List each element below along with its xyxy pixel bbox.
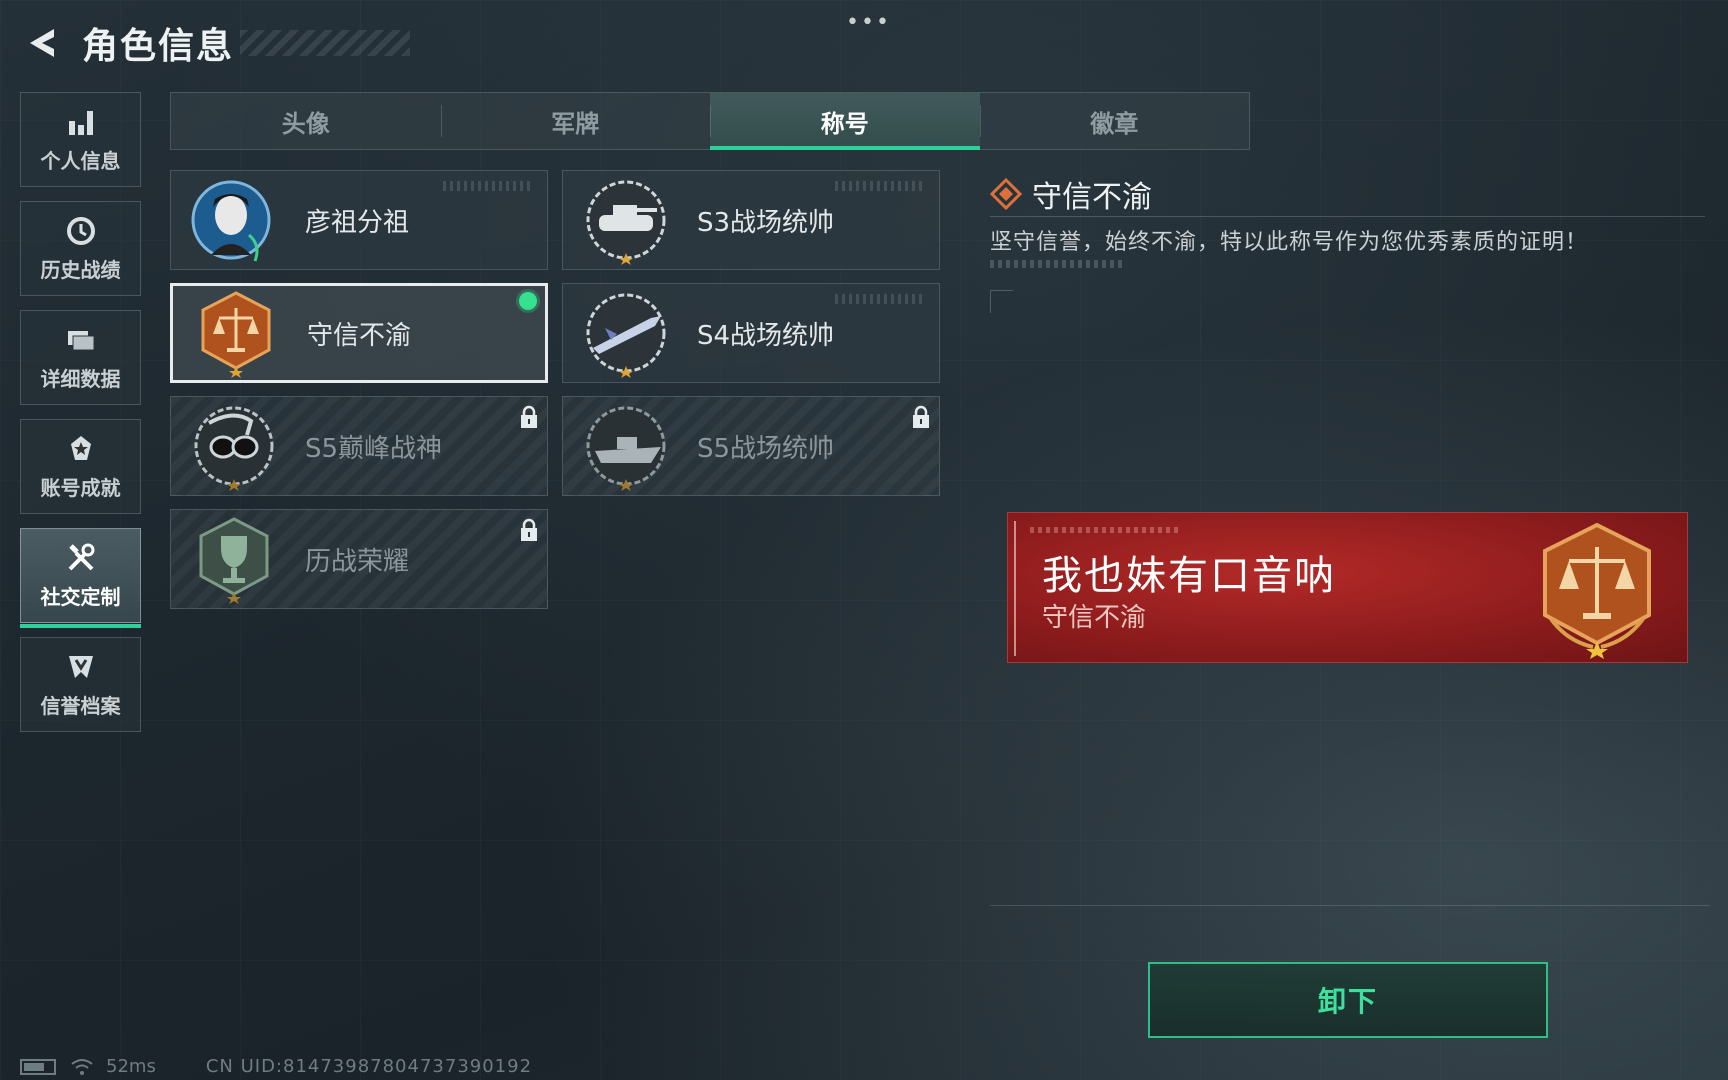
detail-title: 守信不渝: [1032, 180, 1152, 215]
lock-icon: [913, 405, 929, 428]
back-button[interactable]: [20, 21, 64, 65]
battery-icon: [20, 1058, 56, 1075]
sidebar-item-history[interactable]: 历史战绩: [20, 201, 141, 296]
banner-bracket: [1014, 521, 1026, 656]
page-header: 角色信息: [20, 18, 411, 68]
tab-badge[interactable]: 徽章: [979, 93, 1250, 149]
sidebar-item-label: 个人信息: [40, 149, 121, 173]
tab-dog-tag[interactable]: 军牌: [440, 93, 711, 149]
title-decoration: [240, 30, 411, 56]
unequip-button[interactable]: 卸下: [1148, 962, 1548, 1038]
sidebar-item-detailed-data[interactable]: 详细数据: [20, 310, 141, 405]
medal-icon: [70, 436, 91, 460]
user-uid: CN UID:814739878047373901​92: [205, 1056, 533, 1077]
sidebar-item-achievements[interactable]: 账号成就: [20, 419, 141, 514]
tab-bar: 头像 军牌 称号 徽章: [170, 92, 1250, 150]
description-decoration: [990, 260, 1125, 268]
scales-emblem-icon: [1543, 522, 1651, 659]
unequip-button-label: 卸下: [1317, 985, 1378, 1018]
card-decoration: [835, 294, 925, 304]
card-decoration: [835, 181, 925, 191]
title-card-label: S5巅峰战神: [305, 433, 443, 464]
history-clock-icon: [66, 217, 95, 245]
shield-badge-icon: [68, 656, 93, 678]
detail-header: 守信不渝: [990, 172, 1152, 216]
scales-emblem-icon: [201, 291, 271, 378]
sidebar-item-label: 账号成就: [40, 476, 121, 500]
card-decoration: [443, 181, 533, 191]
title-card-label: S5战场统帅: [697, 433, 835, 464]
equipped-indicator: [519, 292, 537, 310]
banner-title: 守信不渝: [1042, 603, 1147, 633]
tab-title[interactable]: 称号: [710, 93, 980, 150]
wifi-icon: [71, 1058, 93, 1075]
boat-emblem-icon: [586, 406, 666, 491]
tab-avatar[interactable]: 头像: [171, 93, 441, 149]
sidebar-item-label: 信誉档案: [40, 694, 121, 718]
title-card-label: 彦祖分祖: [305, 207, 410, 238]
sidebar-item-social-custom[interactable]: 社交定制: [20, 528, 141, 628]
diamond-title-icon: [990, 178, 1022, 210]
diver-mask-emblem-icon: [194, 406, 274, 491]
divider: [990, 216, 1705, 217]
sidebar: 个人信息 历史战绩 详细数据 账号成就 社交定制 信誉档案: [20, 92, 143, 746]
title-card-selected[interactable]: 守信不渝: [170, 283, 548, 383]
title-card-label: 历战荣耀: [305, 546, 410, 577]
detail-description: 坚守信誉，始终不渝，特以此称号作为您优秀素质的证明！: [990, 230, 1589, 255]
title-card[interactable]: S3战场统帅: [562, 170, 940, 270]
title-card-locked[interactable]: 历战荣耀: [170, 509, 548, 609]
lock-icon: [521, 405, 537, 428]
bar-chart-icon: [68, 111, 93, 135]
title-card[interactable]: S4战场统帅: [562, 283, 940, 383]
status-bar: 52ms CN UID:814739878047373901​92: [20, 1056, 532, 1077]
title-card[interactable]: 彦祖分祖: [170, 170, 548, 270]
lock-icon: [521, 518, 537, 541]
sidebar-item-label: 社交定制: [40, 585, 121, 609]
sidebar-item-label: 详细数据: [40, 367, 121, 391]
tank-emblem-icon: [586, 180, 666, 265]
title-card-label: S4战场统帅: [697, 320, 835, 351]
title-card-locked[interactable]: S5巅峰战神: [170, 396, 548, 496]
missile-emblem-icon: [586, 293, 666, 378]
more-options-icon[interactable]: •••: [846, 10, 891, 35]
sidebar-item-personal-info[interactable]: 个人信息: [20, 92, 141, 187]
back-arrow-icon: [30, 29, 54, 57]
portrait-emblem-icon: [191, 180, 271, 262]
title-card-label: 守信不渝: [307, 320, 412, 351]
sidebar-item-credit-file[interactable]: 信誉档案: [20, 637, 141, 732]
banner-player-name: 我也妹有口音呐: [1042, 553, 1336, 599]
trophy-emblem-icon: [199, 517, 269, 604]
sidebar-item-label: 历史战绩: [40, 258, 121, 282]
ping-value: 52ms: [106, 1056, 156, 1077]
banner-decoration: [1030, 527, 1180, 533]
page-title: 角色信息: [82, 26, 235, 67]
folders-icon: [67, 331, 94, 351]
title-card-label: S3战场统帅: [697, 207, 835, 238]
title-preview-banner: 我也妹有口音呐 守信不渝: [1007, 512, 1688, 663]
tools-icon: [68, 543, 94, 571]
title-card-locked[interactable]: S5战场统帅: [562, 396, 940, 496]
